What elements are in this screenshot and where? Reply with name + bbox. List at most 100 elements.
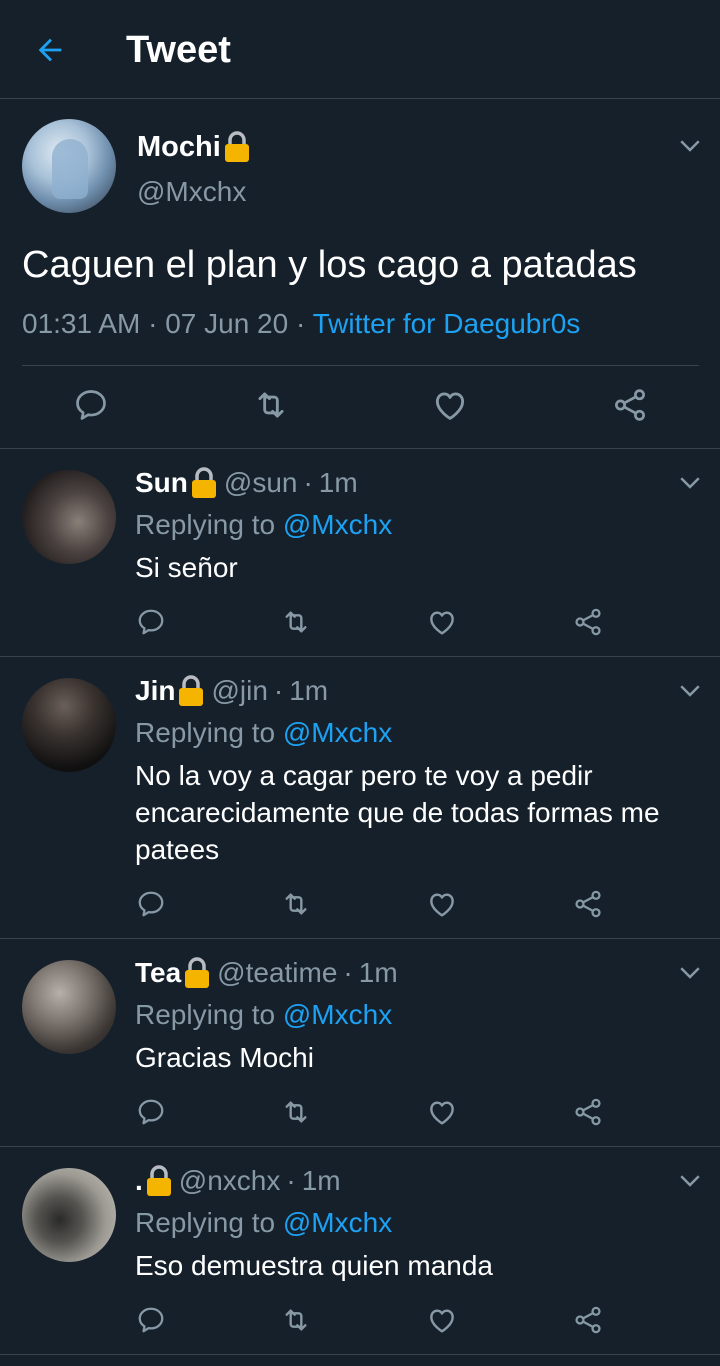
- reply-header: . @nxchx · 1m: [135, 1163, 341, 1199]
- author-handle[interactable]: @teatime: [217, 955, 337, 991]
- reply-button[interactable]: [126, 1087, 176, 1137]
- meta-separator: ·: [273, 675, 284, 706]
- like-icon: [430, 611, 454, 635]
- author-handle[interactable]: @jin: [211, 673, 267, 709]
- mention-link[interactable]: @Mxchx: [283, 999, 392, 1030]
- author-handle[interactable]: @Mxchx: [137, 175, 246, 209]
- share-button[interactable]: [563, 879, 613, 929]
- retweet-button[interactable]: [271, 597, 321, 647]
- share-button[interactable]: [563, 597, 613, 647]
- share-button[interactable]: [563, 1087, 613, 1137]
- tweet-date: 07 Jun 20: [165, 308, 289, 339]
- tweet-source-link[interactable]: Twitter for Daegubr0s: [313, 308, 581, 339]
- reply-button[interactable]: [126, 1295, 176, 1345]
- retweet-button[interactable]: [271, 1295, 321, 1345]
- reply-tweet[interactable]: Sun @sun · 1m Replying to @Mxchx Si seño…: [0, 449, 720, 657]
- replying-to: Replying to @Mxchx: [135, 507, 392, 543]
- like-button[interactable]: [417, 1087, 467, 1137]
- replying-to: Replying to @Mxchx: [135, 1205, 392, 1241]
- mention-link[interactable]: @Mxchx: [283, 717, 392, 748]
- reply-icon: [138, 1307, 164, 1333]
- tweet-text: Caguen el plan y los cago a patadas: [22, 244, 637, 286]
- lock-icon: [145, 1164, 173, 1198]
- more-options-button[interactable]: [675, 1165, 705, 1195]
- more-options-button[interactable]: [675, 130, 705, 160]
- like-button[interactable]: [425, 380, 475, 430]
- meta-separator: ·: [286, 1165, 296, 1196]
- author-name[interactable]: .: [135, 1163, 143, 1199]
- reply-icon: [138, 1099, 164, 1125]
- back-arrow-icon: [38, 38, 62, 62]
- app-header: Tweet: [0, 0, 720, 99]
- more-options-button[interactable]: [675, 675, 705, 705]
- reply-time: 1m: [289, 675, 329, 706]
- reply-icon: [138, 891, 164, 917]
- reply-button[interactable]: [126, 879, 176, 929]
- tweet-meta: 01:31 AM · 07 Jun 20 · Twitter for Daegu…: [22, 307, 580, 341]
- avatar[interactable]: [22, 119, 116, 213]
- main-tweet: Mochi @Mxchx Caguen el plan y los cago a…: [0, 99, 720, 449]
- author-handle[interactable]: @sun: [224, 465, 298, 501]
- reply-header: Jin @jin · 1m: [135, 673, 328, 709]
- share-icon: [615, 389, 645, 421]
- avatar[interactable]: [22, 960, 116, 1054]
- reply-tweet[interactable]: . @nxchx · 1m Replying to @Mxchx Eso dem…: [0, 1147, 720, 1355]
- chevron-down-icon: [680, 1175, 700, 1187]
- mention-link[interactable]: @Mxchx: [283, 1207, 392, 1238]
- back-button[interactable]: [28, 28, 72, 72]
- mention-link[interactable]: @Mxchx: [283, 509, 392, 540]
- author-name[interactable]: Sun: [135, 465, 188, 501]
- avatar[interactable]: [22, 470, 116, 564]
- retweet-icon: [285, 893, 307, 915]
- retweet-button[interactable]: [271, 1087, 321, 1137]
- lock-icon: [223, 130, 251, 164]
- reply-time: 1m: [301, 1165, 341, 1196]
- reply-text: Si señor: [135, 552, 238, 583]
- more-options-button[interactable]: [675, 467, 705, 497]
- meta-separator: ·: [295, 308, 306, 339]
- share-icon: [575, 608, 601, 636]
- replying-label: Replying to: [135, 1207, 276, 1238]
- like-button[interactable]: [417, 1295, 467, 1345]
- share-icon: [575, 1098, 601, 1126]
- meta-separator: ·: [343, 957, 353, 988]
- tweet-time: 01:31 AM: [22, 308, 141, 339]
- chevron-down-icon: [680, 685, 700, 697]
- retweet-icon: [285, 1309, 307, 1331]
- share-button[interactable]: [605, 380, 655, 430]
- reply-tweet[interactable]: Tea @teatime · 1m Replying to @Mxchx Gra…: [0, 939, 720, 1147]
- share-button[interactable]: [563, 1295, 613, 1345]
- replying-to: Replying to @Mxchx: [135, 997, 392, 1033]
- reply-actions: [0, 597, 720, 647]
- retweet-icon: [285, 1101, 307, 1123]
- like-button[interactable]: [417, 879, 467, 929]
- author-name[interactable]: Jin: [135, 673, 175, 709]
- reply-text: No la voy a cagar pero te voy a pedir en…: [135, 760, 660, 865]
- lock-icon: [190, 466, 218, 500]
- meta-separator: ·: [148, 308, 158, 339]
- chevron-down-icon: [680, 140, 700, 152]
- author-handle[interactable]: @nxchx: [179, 1163, 281, 1199]
- reply-button[interactable]: [126, 597, 176, 647]
- chevron-down-icon: [680, 477, 700, 489]
- share-icon: [575, 890, 601, 918]
- reply-header: Tea @teatime · 1m: [135, 955, 398, 991]
- reply-icon: [138, 609, 164, 635]
- avatar[interactable]: [22, 1168, 116, 1262]
- reply-tweet[interactable]: Jin @jin · 1m Replying to @Mxchx No la v…: [0, 657, 720, 939]
- replying-to: Replying to @Mxchx: [135, 715, 392, 751]
- retweet-button[interactable]: [271, 879, 321, 929]
- more-options-button[interactable]: [675, 957, 705, 987]
- author-name-row[interactable]: Mochi: [137, 129, 251, 165]
- like-button[interactable]: [417, 597, 467, 647]
- reply-text: Eso demuestra quien manda: [135, 1250, 493, 1281]
- reply-actions: [0, 879, 720, 929]
- reply-header: Sun @sun · 1m: [135, 465, 358, 501]
- author-name: Mochi: [137, 131, 221, 163]
- reply-button[interactable]: [66, 380, 116, 430]
- page-title: Tweet: [126, 29, 231, 71]
- avatar[interactable]: [22, 678, 116, 772]
- retweet-button[interactable]: [246, 380, 296, 430]
- author-name[interactable]: Tea: [135, 955, 181, 991]
- like-icon: [430, 1309, 454, 1333]
